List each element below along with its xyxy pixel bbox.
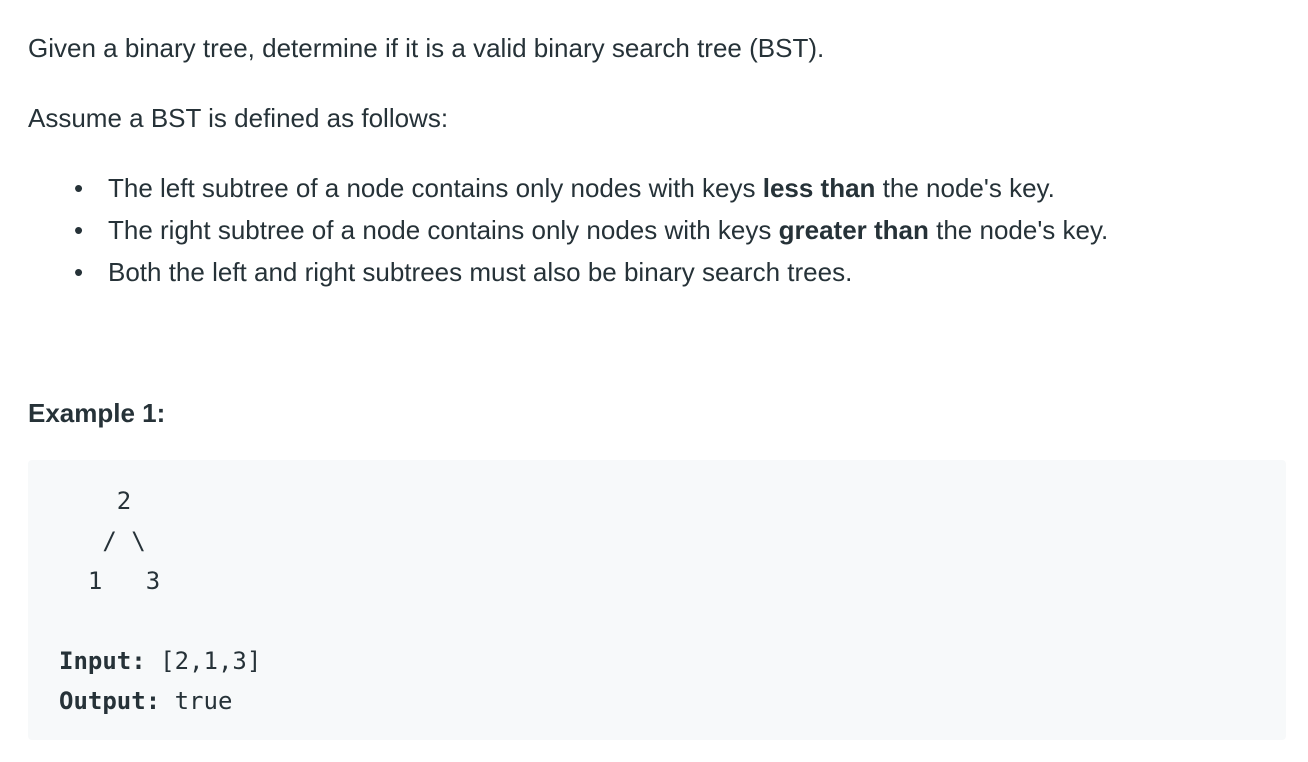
rule-text: The right subtree of a node contains onl… [108, 215, 779, 245]
rule-text-end: the node's key. [928, 215, 1109, 245]
output-line: Output: true [59, 681, 261, 721]
bullet-icon: • [74, 215, 84, 245]
input-line: Input: [2,1,3] [59, 641, 261, 681]
list-item: • The right subtree of a node contains on… [28, 209, 1108, 251]
tree-line: 1 3 [59, 567, 161, 595]
output-label: Output: [59, 687, 161, 715]
rule-emphasis: greater than [778, 215, 929, 245]
list-item: • Both the left and right subtrees must a… [28, 251, 1108, 293]
list-item: • The left subtree of a node contains onl… [28, 167, 1108, 209]
tree-line: 2 [59, 487, 132, 515]
example-heading: Example 1: [28, 398, 166, 428]
intro-paragraph: Given a binary tree, determine if it is … [28, 33, 825, 63]
tree-line: / \ [59, 527, 146, 555]
rule-text: The left subtree of a node contains only… [108, 173, 763, 203]
bst-rules-list: • The left subtree of a node contains onl… [28, 167, 1108, 293]
input-label: Input: [59, 647, 146, 675]
example-code-block: 2 / \ 1 3 Input: [2,1,3] Output: true [28, 460, 1286, 740]
rule-text-end: the node's key. [875, 173, 1055, 203]
rule-emphasis: less than [762, 173, 876, 203]
rule-text: Both the left and right subtrees must al… [108, 257, 853, 287]
example-code: 2 / \ 1 3 Input: [2,1,3] Output: true [59, 481, 261, 721]
bullet-icon: • [74, 257, 84, 287]
assume-paragraph: Assume a BST is defined as follows: [28, 103, 449, 133]
bullet-icon: • [74, 173, 84, 203]
output-value: true [160, 687, 233, 715]
input-value: [2,1,3] [145, 647, 262, 675]
